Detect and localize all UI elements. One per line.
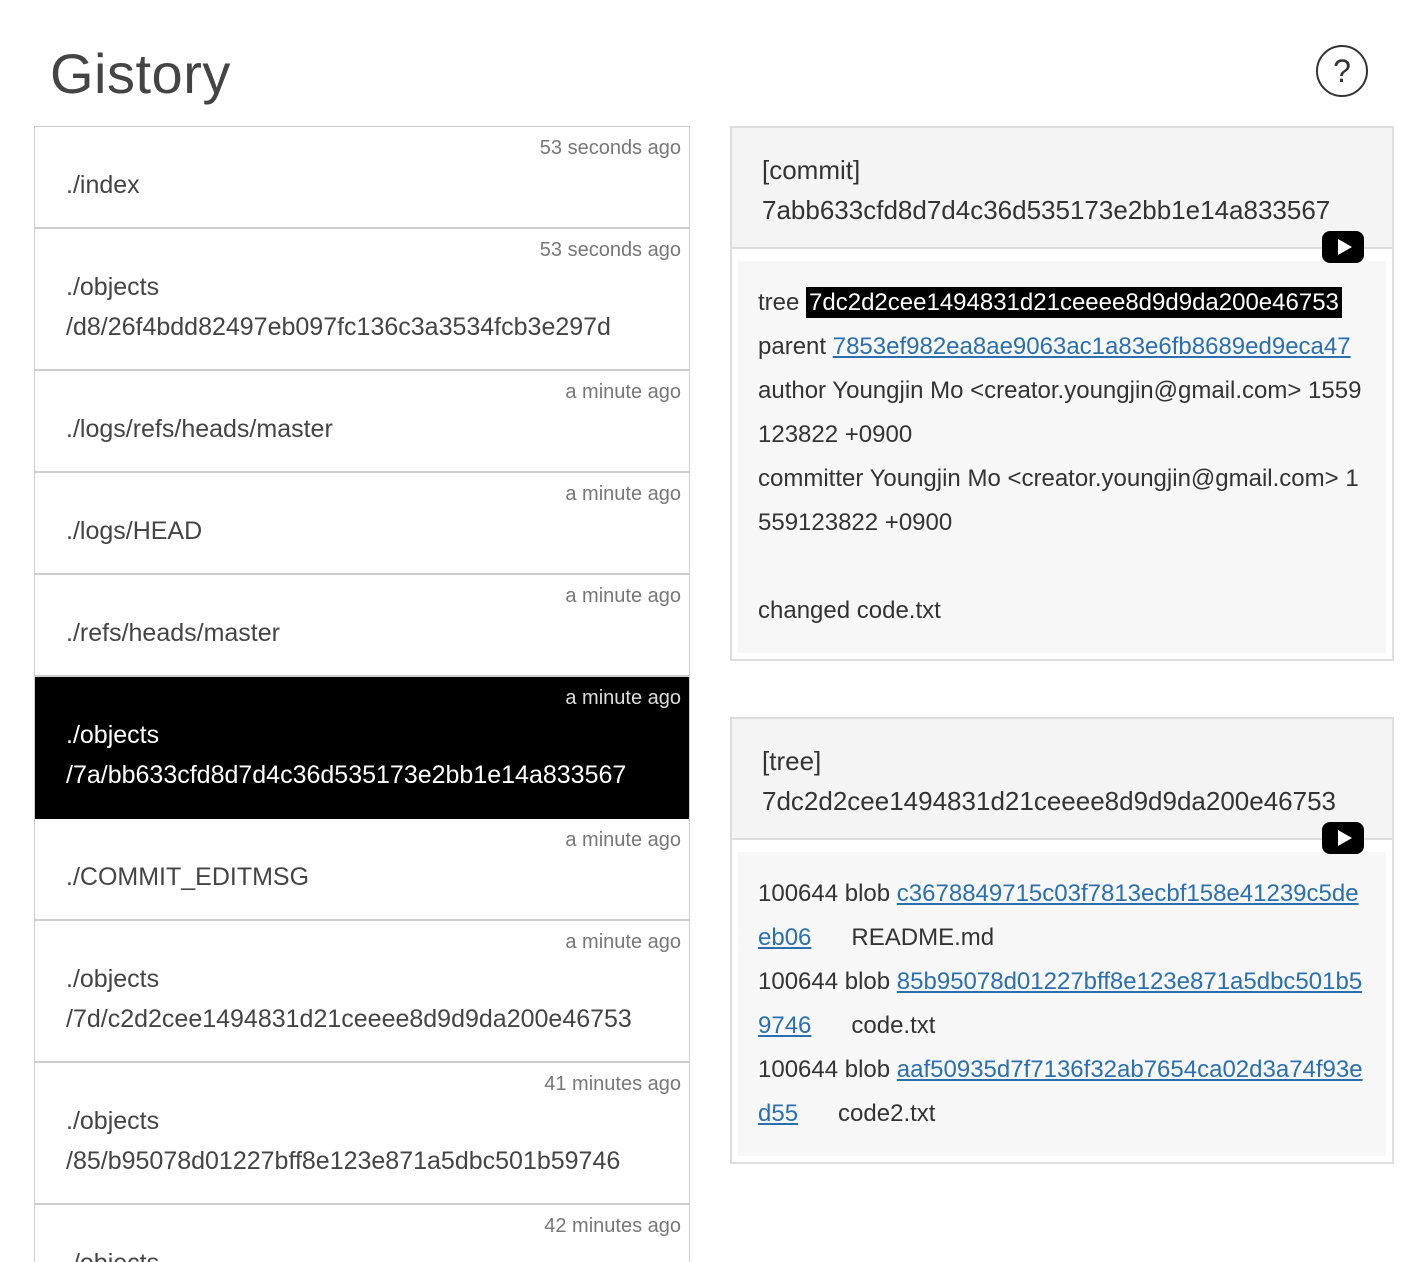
author-line: author Youngjin Mo <creator.youngjin@gma… bbox=[758, 377, 1362, 448]
file-item[interactable]: 53 seconds ago ./objects /d8/26f4bdd8249… bbox=[35, 229, 689, 371]
file-item-selected[interactable]: a minute ago ./objects /7a/bb633cfd8d7d4… bbox=[35, 677, 689, 819]
file-time: a minute ago bbox=[565, 829, 681, 851]
file-item[interactable]: a minute ago ./logs/HEAD bbox=[35, 473, 689, 575]
object-type-label: [commit] bbox=[762, 155, 861, 185]
file-path: ./refs/heads/master bbox=[66, 619, 280, 647]
file-path: ./logs/refs/heads/master bbox=[66, 415, 333, 443]
object-hash: 7dc2d2cee1494831d21ceeee8d9d9da200e46753 bbox=[762, 786, 1337, 816]
file-item[interactable]: a minute ago ./COMMIT_EDITMSG bbox=[35, 819, 689, 921]
file-item[interactable]: a minute ago ./refs/heads/master bbox=[35, 575, 689, 677]
tree-line: tree 7dc2d2cee1494831d21ceeee8d9d9da200e… bbox=[758, 281, 1366, 325]
tree-panel: [tree] 7dc2d2cee1494831d21ceeee8d9d9da20… bbox=[730, 717, 1394, 1164]
object-type-label: [tree] bbox=[762, 746, 822, 776]
entry-filename: code2.txt bbox=[838, 1100, 936, 1127]
play-icon[interactable] bbox=[1322, 822, 1364, 854]
file-item[interactable]: a minute ago ./logs/refs/heads/master bbox=[35, 371, 689, 473]
file-time: a minute ago bbox=[565, 381, 681, 403]
tree-entry: 100644 blob aaf50935d7f7136f32ab7654ca02… bbox=[758, 1048, 1366, 1136]
file-item[interactable]: a minute ago ./objects /7d/c2d2cee149483… bbox=[35, 921, 689, 1063]
commit-panel-header: [commit] 7abb633cfd8d7d4c36d535173e2bb1e… bbox=[732, 128, 1392, 263]
entry-prefix: 100644 blob bbox=[758, 1056, 897, 1083]
file-list[interactable]: 53 seconds ago ./index 53 seconds ago ./… bbox=[34, 126, 690, 1262]
entry-prefix: 100644 blob bbox=[758, 968, 897, 995]
commit-message: changed code.txt bbox=[758, 597, 941, 624]
help-button[interactable]: ? bbox=[1316, 45, 1368, 97]
parent-line: parent 7853ef982ea8ae9063ac1a83e6fb8689e… bbox=[758, 325, 1366, 369]
entry-filename: README.md bbox=[851, 924, 995, 951]
tree-entry: 100644 blob 85b95078d01227bff8e123e871a5… bbox=[758, 960, 1366, 1048]
file-item[interactable]: 53 seconds ago ./index bbox=[35, 127, 689, 229]
committer-line: committer Youngjin Mo <creator.youngjin@… bbox=[758, 465, 1359, 536]
file-path: ./objects /d8/26f4bdd82497eb097fc136c3a3… bbox=[66, 273, 611, 341]
commit-content: tree 7dc2d2cee1494831d21ceeee8d9d9da200e… bbox=[738, 261, 1386, 653]
object-hash: 7abb633cfd8d7d4c36d535173e2bb1e14a833567 bbox=[762, 195, 1331, 225]
file-path: ./COMMIT_EDITMSG bbox=[66, 863, 310, 891]
file-time: a minute ago bbox=[565, 931, 681, 953]
tree-panel-header: [tree] 7dc2d2cee1494831d21ceeee8d9d9da20… bbox=[732, 719, 1392, 854]
file-time: 41 minutes ago bbox=[544, 1073, 681, 1095]
tree-hash-highlight[interactable]: 7dc2d2cee1494831d21ceeee8d9d9da200e46753 bbox=[806, 287, 1342, 318]
parent-label: parent bbox=[758, 333, 827, 360]
file-path: ./logs/HEAD bbox=[66, 517, 203, 545]
commit-panel: [commit] 7abb633cfd8d7d4c36d535173e2bb1e… bbox=[730, 126, 1394, 661]
file-time: 53 seconds ago bbox=[539, 239, 681, 261]
file-path: ./objects bbox=[66, 1243, 659, 1262]
tree-entry: 100644 blob c3678849715c03f7813ecbf158e4… bbox=[758, 872, 1366, 960]
tree-label: tree bbox=[758, 289, 800, 316]
file-time: 42 minutes ago bbox=[544, 1215, 681, 1237]
parent-hash-link[interactable]: 7853ef982ea8ae9063ac1a83e6fb8689ed9eca47 bbox=[833, 333, 1351, 360]
entry-prefix: 100644 blob bbox=[758, 880, 897, 907]
tree-content: 100644 blob c3678849715c03f7813ecbf158e4… bbox=[738, 852, 1386, 1156]
file-path: ./index bbox=[66, 171, 140, 199]
play-icon[interactable] bbox=[1322, 231, 1364, 263]
file-time: a minute ago bbox=[565, 585, 681, 607]
file-item[interactable]: 41 minutes ago ./objects /85/b95078d0122… bbox=[35, 1063, 689, 1205]
file-path: ./objects /7d/c2d2cee1494831d21ceeee8d9d… bbox=[66, 965, 632, 1033]
app-title: Gistory bbox=[50, 42, 231, 105]
entry-filename: code.txt bbox=[851, 1012, 936, 1039]
file-time: a minute ago bbox=[565, 483, 681, 505]
file-time: 53 seconds ago bbox=[539, 137, 681, 159]
file-item[interactable]: 42 minutes ago ./objects bbox=[35, 1205, 689, 1262]
file-path: ./objects /7a/bb633cfd8d7d4c36d535173e2b… bbox=[66, 721, 627, 789]
file-time: a minute ago bbox=[565, 687, 681, 709]
file-path: ./objects /85/b95078d01227bff8e123e871a5… bbox=[66, 1107, 621, 1175]
